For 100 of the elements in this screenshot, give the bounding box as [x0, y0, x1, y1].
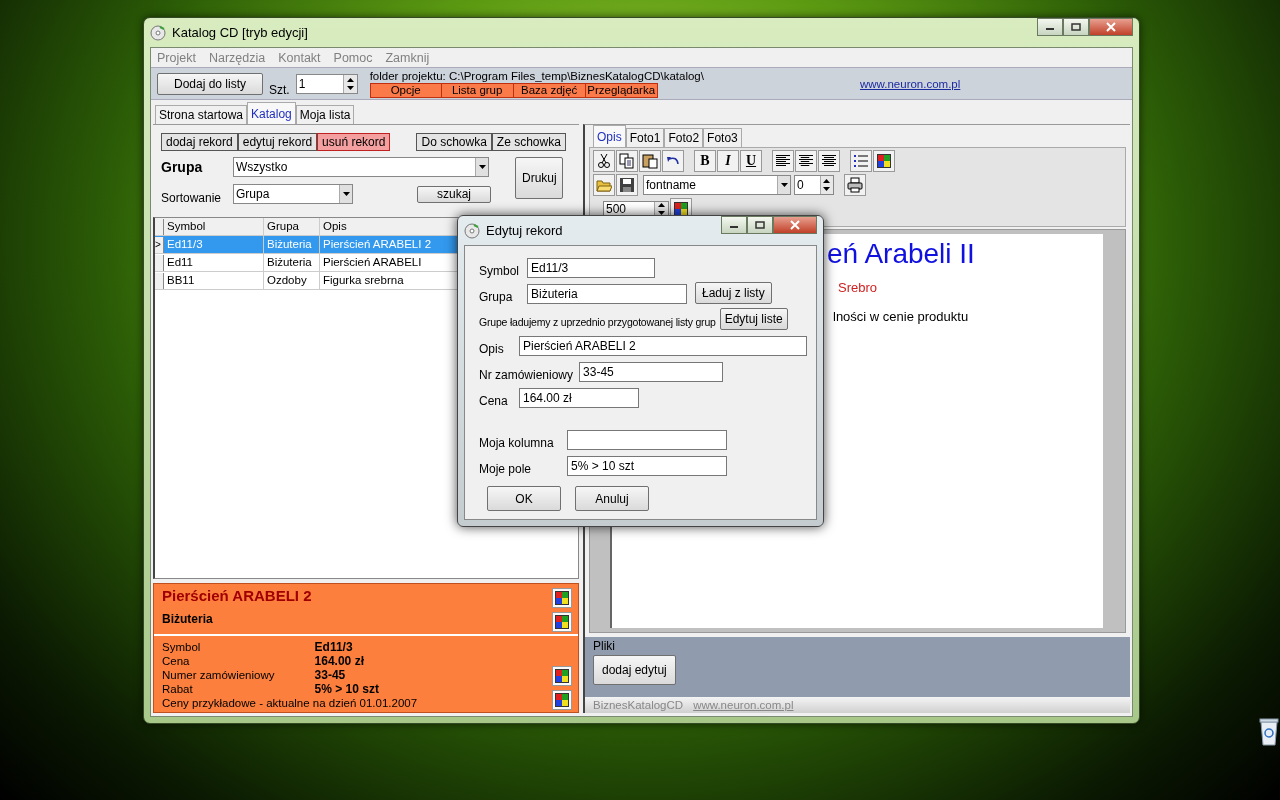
column-header[interactable]: Opis	[320, 218, 448, 235]
table-cell: Ozdoby	[264, 272, 320, 289]
copy-button[interactable]	[616, 150, 638, 172]
text-field[interactable]: 33-45	[579, 362, 724, 382]
record-button[interactable]: dodaj rekord	[161, 133, 238, 151]
menu-item[interactable]: Pomoc	[333, 50, 373, 65]
folder-icon	[596, 177, 612, 193]
tab[interactable]: Opis	[593, 125, 626, 147]
menu-item[interactable]: Projekt	[157, 50, 196, 65]
text-field[interactable]	[567, 430, 727, 450]
align-center-button[interactable]	[795, 150, 817, 172]
clipboard-button[interactable]: Do schowka	[416, 133, 492, 151]
quantity-label: Szt.	[269, 83, 290, 97]
align-left-icon	[775, 153, 791, 169]
color-grid-icon[interactable]	[555, 591, 569, 605]
color-grid-icon[interactable]	[555, 669, 569, 683]
record-button[interactable]: usuń rekord	[317, 133, 391, 151]
text-field[interactable]: Pierścień ARABELI 2	[519, 336, 807, 356]
toolbar-button[interactable]: Lista grup	[441, 82, 514, 98]
website-link[interactable]: www.neuron.com.pl	[859, 77, 961, 90]
floppy-disk-button[interactable]	[616, 174, 638, 196]
dialog-button[interactable]: OK	[487, 486, 561, 511]
font-dropdown[interactable]: fontname	[643, 175, 791, 195]
format-button[interactable]: U	[740, 150, 762, 172]
dialog-button[interactable]: Ładuj z listy	[695, 282, 772, 304]
tab[interactable]: Foto2	[664, 128, 704, 147]
table-cell-text: Pierścień ARABELI 2	[322, 237, 433, 252]
align-left-button[interactable]	[772, 150, 794, 172]
menu-item[interactable]: Kontakt	[278, 50, 321, 65]
copy-icon	[619, 153, 635, 169]
folder-path-text: folder projektu: C:\Program Files_temp\BiznesKatalogCD\katalog\	[369, 69, 704, 83]
color-grid-icon[interactable]	[555, 693, 569, 707]
format-button[interactable]: B	[694, 150, 716, 172]
close-icon	[1106, 22, 1116, 32]
tab[interactable]: Moja lista	[295, 105, 355, 124]
column-header[interactable]: Symbol	[164, 218, 264, 235]
product-group: Biżuteria	[162, 612, 312, 626]
tab[interactable]: Strona startowa	[155, 105, 248, 124]
maximize-button[interactable]	[1063, 18, 1089, 36]
folder-button[interactable]	[593, 174, 615, 196]
close-icon	[790, 220, 800, 230]
files-label: Pliki	[593, 639, 615, 653]
spin-arrows-icon	[658, 202, 666, 216]
tab[interactable]: Foto1	[625, 128, 665, 147]
color-grid-icon[interactable]	[555, 615, 569, 629]
print-button[interactable]: Drukuj	[515, 157, 563, 199]
printer-button[interactable]	[844, 174, 866, 196]
dialog-button[interactable]: Edytuj liste	[719, 308, 788, 330]
font-size-spinbox[interactable]: 0	[794, 175, 834, 195]
text-field[interactable]: 164.00 zł	[519, 388, 639, 408]
color-grid-button[interactable]	[873, 150, 895, 172]
paste-button[interactable]	[639, 150, 661, 172]
field-label: Cena	[162, 654, 191, 668]
bullet-list-button[interactable]	[850, 150, 872, 172]
sort-label: Sortowanie	[161, 190, 223, 205]
search-button[interactable]: szukaj	[417, 185, 491, 203]
menu-item[interactable]: Zamknij	[385, 50, 430, 65]
scissors-icon	[596, 153, 612, 169]
scissors-button[interactable]	[593, 150, 615, 172]
close-button[interactable]	[1089, 18, 1133, 36]
field-label: Rabat	[162, 682, 194, 696]
add-to-list-button[interactable]: Dodaj do listy	[157, 72, 263, 95]
menu-item[interactable]: Narzędzia	[208, 50, 266, 65]
table-cell: BB11	[164, 272, 264, 289]
bullet-list-icon	[853, 153, 869, 169]
undo-button[interactable]	[662, 150, 684, 172]
quantity-spinbox[interactable]: 1	[295, 73, 358, 94]
field-value: Ed11/3	[314, 640, 354, 654]
group-dropdown[interactable]: Wszystko	[233, 157, 489, 177]
toolbar-button[interactable]: Przeglądarka	[585, 82, 658, 98]
dialog-button[interactable]: Anuluj	[575, 486, 649, 511]
record-button[interactable]: edytuj rekord	[237, 133, 318, 151]
tab[interactable]: Katalog	[247, 102, 296, 124]
toolbar-button[interactable]: Opcje	[369, 82, 442, 98]
paste-icon	[642, 153, 658, 169]
minimize-button[interactable]	[721, 216, 747, 234]
app-name: BiznesKatalogCD	[593, 699, 684, 711]
disc-icon	[150, 24, 166, 41]
toolbar-button[interactable]: Baza zdjęć	[513, 82, 586, 98]
dropdown-arrow-icon	[780, 183, 788, 187]
product-title: Pierścień ARABELI 2	[162, 587, 312, 604]
text-field[interactable]: Biżuteria	[527, 284, 687, 304]
recycle-bin-icon	[1258, 716, 1280, 746]
format-button[interactable]: I	[717, 150, 739, 172]
tab[interactable]: Foto3	[703, 128, 742, 147]
field-label: Cena	[479, 394, 509, 408]
maximize-button[interactable]	[747, 216, 773, 234]
text-field[interactable]: 5% > 10 szt	[567, 456, 727, 476]
table-cell-text: Pierścień ARABELI	[322, 255, 423, 270]
align-right-button[interactable]	[818, 150, 840, 172]
sort-dropdown[interactable]: Grupa	[233, 184, 353, 204]
field-value: 164.00 zł	[314, 654, 365, 668]
column-header[interactable]: Grupa	[264, 218, 320, 235]
add-edit-files-button[interactable]: dodaj edytuj	[593, 655, 676, 685]
field-label: Moje pole	[479, 462, 533, 476]
text-field[interactable]: Ed11/3	[527, 258, 655, 278]
close-button[interactable]	[773, 216, 817, 234]
minimize-button[interactable]	[1037, 18, 1063, 36]
clipboard-button[interactable]: Ze schowka	[491, 133, 566, 151]
field-label: Symbol	[162, 640, 202, 654]
